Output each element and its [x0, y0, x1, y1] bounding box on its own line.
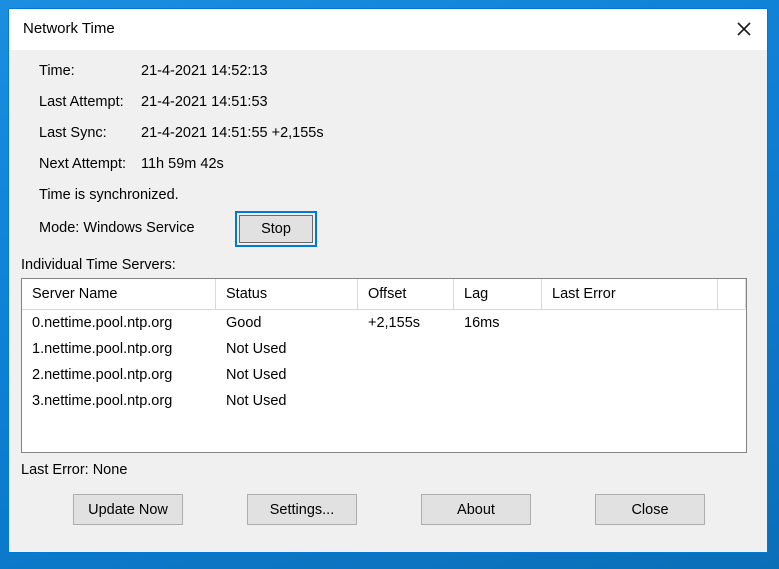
cell-offset [358, 388, 454, 414]
stop-button[interactable]: Stop [239, 215, 313, 243]
table-row[interactable]: 3.nettime.pool.ntp.org Not Used [22, 388, 746, 414]
info-label-last-sync: Last Sync: [39, 125, 107, 141]
cell-server-name: 3.nettime.pool.ntp.org [32, 393, 173, 409]
info-value-next-attempt: 11h 59m 42s [141, 156, 224, 172]
mode-text: Mode: Windows Service [39, 220, 195, 236]
info-row-last-attempt: Last Attempt: 21-4-2021 14:51:53 [39, 94, 499, 125]
cell-status: Good [226, 315, 262, 331]
cell-last-error [542, 310, 718, 336]
cell-last-error [542, 388, 718, 414]
info-row-time: Time: 21-4-2021 14:52:13 [39, 63, 499, 94]
stop-button-focus-ring: Stop [235, 211, 317, 247]
cell-filler [718, 388, 746, 414]
cell-server-name: 1.nettime.pool.ntp.org [32, 341, 173, 357]
info-value-last-sync: 21-4-2021 14:51:55 +2,155s [141, 125, 324, 141]
cell-filler [718, 362, 746, 388]
column-header-lag[interactable]: Lag [454, 279, 542, 309]
cell-offset [358, 336, 454, 362]
table-row[interactable]: 0.nettime.pool.ntp.org Good +2,155s 16ms [22, 310, 746, 336]
column-header-last-error[interactable]: Last Error [542, 279, 718, 309]
update-now-button[interactable]: Update Now [73, 494, 183, 525]
cell-offset [358, 362, 454, 388]
column-header-status[interactable]: Status [216, 279, 358, 309]
close-window-button[interactable] [721, 9, 767, 49]
cell-last-error [542, 362, 718, 388]
cell-lag [454, 336, 542, 362]
info-row-last-sync: Last Sync: 21-4-2021 14:51:55 +2,155s [39, 125, 499, 156]
cell-offset: +2,155s [368, 315, 421, 331]
close-icon [735, 20, 753, 38]
table-row[interactable]: 1.nettime.pool.ntp.org Not Used [22, 336, 746, 362]
status-info-block: Time: 21-4-2021 14:52:13 Last Attempt: 2… [39, 63, 499, 187]
cell-filler [718, 336, 746, 362]
window-title: Network Time [23, 20, 115, 37]
cell-server-name: 0.nettime.pool.ntp.org [32, 315, 173, 331]
info-label-time: Time: [39, 63, 75, 79]
settings-button[interactable]: Settings... [247, 494, 357, 525]
cell-status: Not Used [226, 367, 287, 383]
info-label-last-attempt: Last Attempt: [39, 94, 124, 110]
cell-lag: 16ms [464, 315, 500, 331]
table-row[interactable]: 2.nettime.pool.ntp.org Not Used [22, 362, 746, 388]
close-button[interactable]: Close [595, 494, 705, 525]
column-header-server-name[interactable]: Server Name [22, 279, 216, 309]
info-value-time: 21-4-2021 14:52:13 [141, 63, 268, 79]
time-servers-listview[interactable]: Server Name Status Offset Lag Last Error… [21, 278, 747, 453]
title-bar: Network Time [9, 9, 767, 50]
column-header-offset[interactable]: Offset [358, 279, 454, 309]
cell-server-name: 2.nettime.pool.ntp.org [32, 367, 173, 383]
cell-status: Not Used [226, 393, 287, 409]
last-error-status: Last Error: None [21, 462, 128, 478]
about-button[interactable]: About [421, 494, 531, 525]
cell-status: Not Used [226, 341, 287, 357]
sync-status-text: Time is synchronized. [39, 187, 179, 203]
individual-time-servers-label: Individual Time Servers: [21, 257, 176, 273]
cell-filler [718, 310, 746, 336]
listview-body: 0.nettime.pool.ntp.org Good +2,155s 16ms… [22, 310, 746, 414]
listview-header: Server Name Status Offset Lag Last Error [22, 279, 746, 310]
column-header-filler [718, 279, 746, 309]
info-row-next-attempt: Next Attempt: 11h 59m 42s [39, 156, 499, 187]
info-label-next-attempt: Next Attempt: [39, 156, 127, 172]
info-value-last-attempt: 21-4-2021 14:51:53 [141, 94, 268, 110]
dialog-button-bar: Update Now Settings... About Close [9, 494, 769, 534]
cell-lag [454, 362, 542, 388]
cell-last-error [542, 336, 718, 362]
cell-lag [454, 388, 542, 414]
client-area: Time: 21-4-2021 14:52:13 Last Attempt: 2… [9, 50, 767, 552]
network-time-window: Network Time Time: 21-4-2021 14:52:13 La… [8, 8, 768, 553]
